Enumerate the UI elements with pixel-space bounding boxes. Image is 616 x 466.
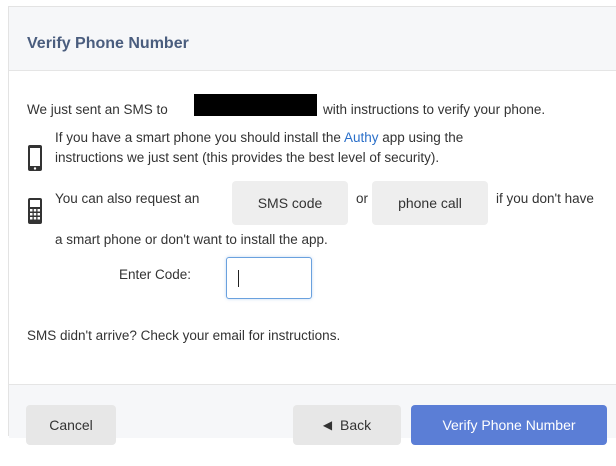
sms-sent-prefix: We just sent an SMS to xyxy=(27,102,168,117)
dialog-header: Verify Phone Number xyxy=(9,7,616,71)
back-button[interactable]: ◀ Back xyxy=(293,405,401,445)
help-text: SMS didn't arrive? Check your email for … xyxy=(27,328,341,343)
dialog-title: Verify Phone Number xyxy=(27,35,189,52)
code-input[interactable] xyxy=(226,257,312,299)
keypad-phone-icon xyxy=(28,198,42,224)
smartphone-line1-suffix: app using the xyxy=(382,130,464,145)
verify-phone-dialog: Verify Phone Number We just sent an SMS … xyxy=(8,6,616,445)
request-line2: a smart phone or don't want to install t… xyxy=(55,232,328,247)
sms-sent-suffix: with instructions to verify your phone. xyxy=(323,102,546,117)
smartphone-line2: instructions we just sent (this provides… xyxy=(55,150,440,165)
phone-call-button[interactable]: phone call xyxy=(372,181,488,225)
smartphone-line1: If you have a smart phone you should ins… xyxy=(55,128,463,148)
text-caret xyxy=(238,270,239,287)
enter-code-label: Enter Code: xyxy=(119,267,192,282)
smartphone-line1-prefix: If you have a smart phone you should ins… xyxy=(55,130,341,145)
back-label: Back xyxy=(340,417,372,433)
verify-phone-number-button[interactable]: Verify Phone Number xyxy=(411,405,607,445)
sms-code-button[interactable]: SMS code xyxy=(232,181,348,225)
request-suffix: if you don't have xyxy=(496,191,594,206)
or-text: or xyxy=(356,191,369,206)
mobile-phone-icon xyxy=(28,145,42,171)
request-prefix: You can also request an xyxy=(55,191,200,206)
redacted-phone-number xyxy=(194,94,317,116)
authy-link[interactable]: Authy xyxy=(344,130,379,145)
arrow-left-icon: ◀ xyxy=(322,418,333,432)
cancel-button[interactable]: Cancel xyxy=(26,405,116,445)
